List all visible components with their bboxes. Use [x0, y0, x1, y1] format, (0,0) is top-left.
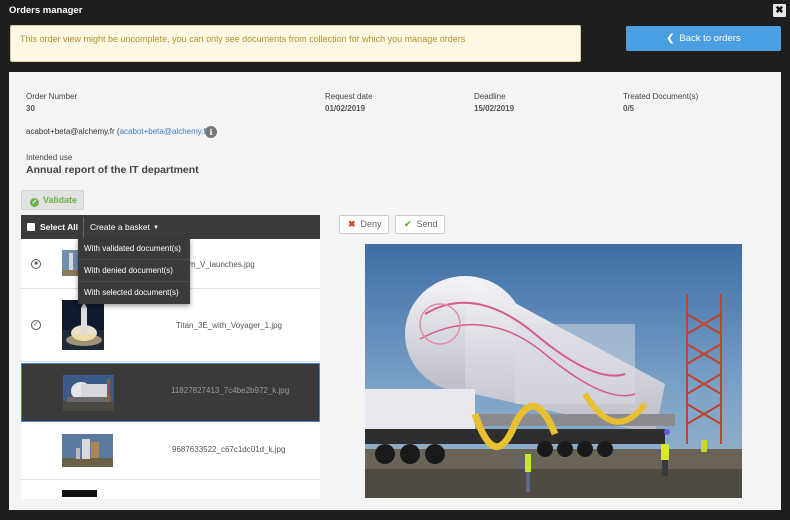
document-row[interactable]: 11827827413_7c4be2b972_k.jpg [21, 363, 320, 422]
create-basket-label: Create a basket [90, 222, 151, 232]
document-thumbnail [62, 300, 104, 350]
user-email-text: acabot+beta@alchemy.fr [26, 127, 115, 136]
validate-label: Validate [43, 195, 78, 205]
basket-menu-item-denied[interactable]: With denied document(s) [78, 260, 190, 282]
document-filename: Titan_3E_with_Voyager_1.jpg [176, 321, 282, 330]
select-all-label[interactable]: Select All [40, 222, 78, 232]
toolbar-divider [83, 217, 84, 239]
intended-use-label: Intended use [26, 153, 73, 162]
validated-status-icon: ✓ [31, 320, 41, 330]
window-title: Orders manager [9, 5, 83, 16]
document-thumbnail [62, 490, 97, 497]
validate-button[interactable]: ✓ Validate [21, 190, 84, 210]
basket-menu-item-validated[interactable]: With validated document(s) [78, 238, 190, 260]
order-number-label: Order Number [26, 92, 78, 101]
user-email-link[interactable]: acabot+beta@alchemy.fr [120, 127, 209, 136]
basket-dropdown-menu: With validated document(s) With denied d… [78, 238, 190, 304]
deadline-label: Deadline [474, 92, 506, 101]
create-basket-button[interactable]: Create a basket ▼ [90, 222, 159, 232]
document-thumbnail [63, 375, 114, 411]
deadline-value: 15/02/2019 [474, 104, 515, 113]
back-to-orders-button[interactable]: ❮ Back to orders [626, 26, 781, 51]
check-circle-icon: ✓ [30, 198, 39, 207]
document-thumbnail [62, 434, 113, 467]
select-all-checkbox[interactable] [27, 223, 35, 231]
document-row[interactable]: 9687633522_c67c1dc01d_k.jpg [21, 423, 320, 480]
order-number-value: 30 [26, 104, 35, 113]
info-icon[interactable]: i [205, 126, 217, 138]
request-date-label: Request date [325, 92, 373, 101]
send-label: Send [416, 219, 438, 229]
send-check-icon: ✔ [404, 219, 412, 229]
document-filename: 9687633522_c67c1dc01d_k.jpg [172, 445, 286, 454]
denied-status-icon: ■ [31, 259, 41, 269]
document-filename: 11827827413_7c4be2b972_k.jpg [171, 386, 290, 395]
document-preview-image [365, 244, 742, 498]
chevron-left-icon: ❮ [666, 33, 675, 44]
window-titlebar: Orders manager ✖ [0, 0, 790, 22]
request-date-value: 01/02/2019 [325, 104, 366, 113]
intended-use-value: Annual report of the IT department [26, 164, 199, 176]
warning-alert: This order view might be uncomplete, you… [10, 25, 581, 62]
back-to-orders-label: Back to orders [679, 33, 741, 44]
caret-down-icon: ▼ [153, 225, 159, 231]
send-button[interactable]: ✔ Send [395, 215, 445, 234]
user-email: acabot+beta@alchemy.fr (acabot+beta@alch… [26, 127, 211, 136]
treated-documents-label: Treated Document(s) [623, 92, 699, 101]
list-toolbar: Select All Create a basket ▼ [21, 215, 320, 239]
deny-button[interactable]: ✖ Deny [339, 215, 389, 234]
close-icon[interactable]: ✖ [773, 4, 786, 17]
deny-icon: ✖ [348, 219, 356, 229]
document-row[interactable] [21, 481, 320, 499]
treated-documents-value: 0/5 [623, 104, 635, 113]
order-detail-panel: Order Number 30 Request date 01/02/2019 … [9, 72, 781, 510]
basket-menu-item-selected[interactable]: With selected document(s) [78, 282, 190, 304]
deny-label: Deny [360, 219, 382, 229]
